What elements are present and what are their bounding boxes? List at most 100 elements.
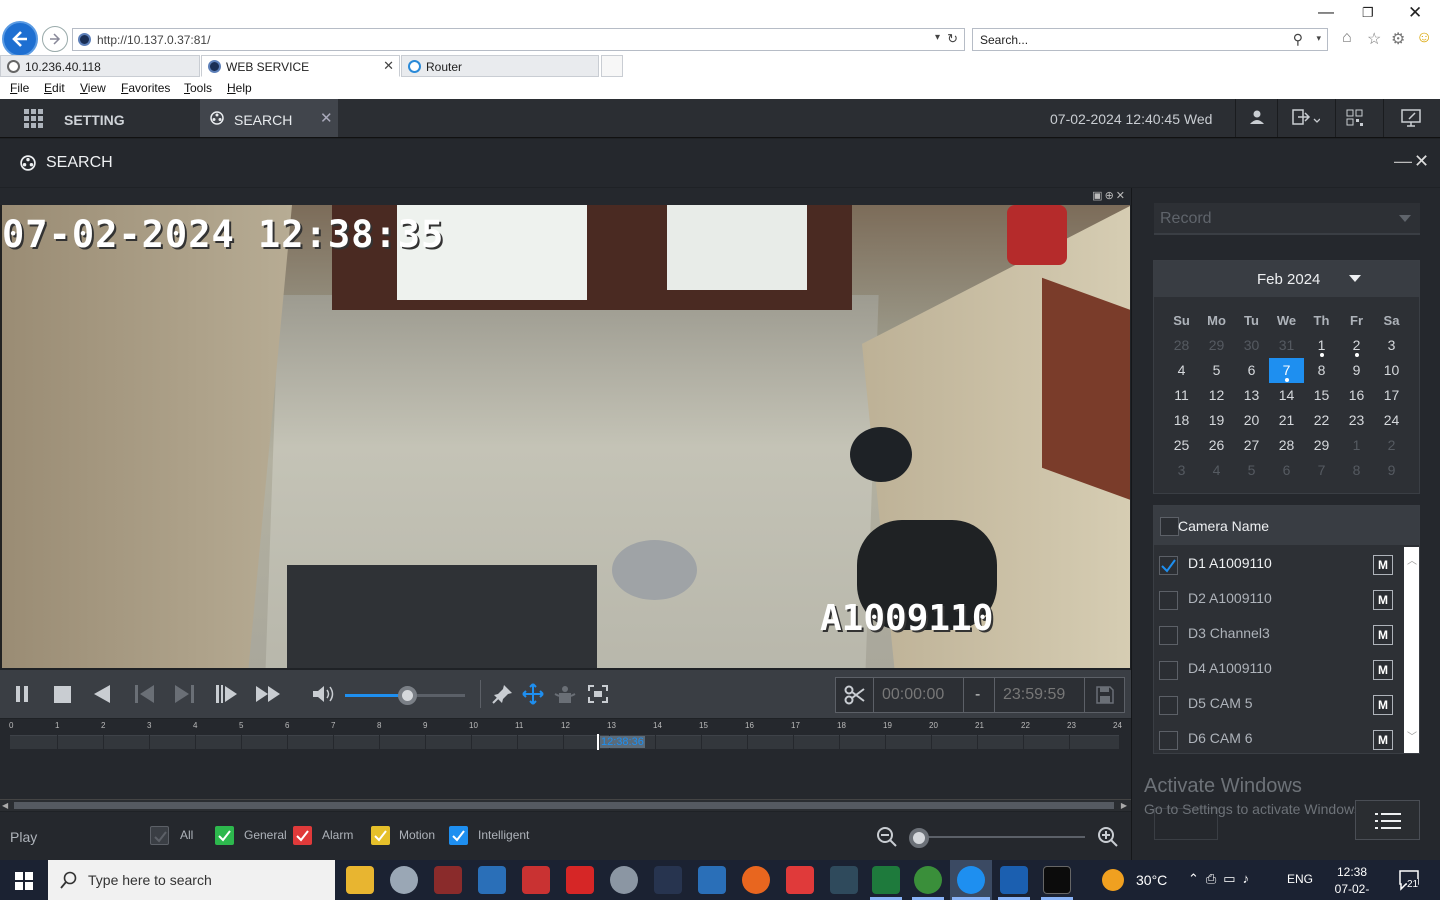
calendar-day[interactable]: 22 <box>1304 408 1339 433</box>
calendar-day[interactable]: 15 <box>1304 383 1339 408</box>
record-type-select[interactable]: Record <box>1154 203 1420 235</box>
scroll-right-icon[interactable]: ▶ <box>1121 801 1127 810</box>
play-reverse-button[interactable] <box>90 682 116 706</box>
setting-tab[interactable]: SETTING <box>64 112 125 128</box>
calendar-day[interactable]: 24 <box>1374 408 1409 433</box>
app-icon[interactable] <box>830 866 858 894</box>
settings-gear-icon[interactable]: ⚙ <box>1391 29 1405 49</box>
menu-edit[interactable]: Edit <box>44 81 65 95</box>
camera-main-stream-button[interactable]: M <box>1373 660 1393 680</box>
file-list-button[interactable] <box>1355 800 1420 840</box>
calendar-day[interactable]: 14 <box>1269 383 1304 408</box>
timeline-cursor[interactable] <box>597 734 599 750</box>
live-view-button[interactable] <box>1383 99 1440 137</box>
clip-start-time[interactable]: 00:00:00 <box>874 678 964 712</box>
browser-tab-3[interactable]: Router <box>401 55 599 77</box>
calendar-day[interactable]: 19 <box>1199 408 1234 433</box>
user-button[interactable] <box>1235 99 1277 137</box>
back-button[interactable] <box>2 21 38 57</box>
camera-main-stream-button[interactable]: M <box>1373 730 1393 750</box>
timeline-scrollbar[interactable]: ◀ ▶ <box>0 799 1131 811</box>
camera-checkbox[interactable] <box>1159 556 1178 575</box>
window-restore-button[interactable]: ❐ <box>1362 5 1374 21</box>
timeline-track[interactable] <box>10 735 1119 749</box>
camera-main-stream-button[interactable]: M <box>1373 695 1393 715</box>
menu-view[interactable]: View <box>80 81 106 95</box>
logout-button[interactable] <box>1277 99 1335 137</box>
calendar-day[interactable]: 28 <box>1269 433 1304 458</box>
start-button[interactable] <box>0 860 48 900</box>
filter-checkbox-alarm[interactable] <box>293 826 312 845</box>
calendar-day[interactable]: 1 <box>1304 333 1339 358</box>
calendar-day[interactable]: 25 <box>1164 433 1199 458</box>
timeline[interactable]: 0 1 2 3 4 5 6 7 8 9 10 11 12 13 14 15 16 17 18 19 20 21 22 23 24… <box>0 719 1131 799</box>
timeline-zoom-track[interactable] <box>915 836 1085 838</box>
terminal-icon[interactable] <box>1043 866 1071 894</box>
app-icon[interactable] <box>698 866 726 894</box>
system-tray-icons[interactable]: ⌃⎙▭♪ <box>1188 871 1256 887</box>
chevron-down-icon[interactable]: ﹀ <box>1407 728 1417 743</box>
volume-button[interactable] <box>310 682 336 706</box>
browser-search-placeholder[interactable]: Search... <box>980 33 1028 47</box>
settings-icon[interactable] <box>610 866 638 894</box>
smiley-icon[interactable]: ☺ <box>1416 29 1432 47</box>
main-menu-grid-icon[interactable] <box>24 109 43 128</box>
search-icon[interactable]: ⚲ <box>1293 31 1303 48</box>
calendar-day[interactable]: 17 <box>1374 383 1409 408</box>
pin-button[interactable] <box>490 682 516 706</box>
fisheye-button[interactable] <box>552 682 578 706</box>
menu-help[interactable]: Help <box>227 81 252 95</box>
taskbar-clock[interactable]: 12:38 07-02-2024 <box>1322 864 1382 900</box>
app-icon[interactable] <box>390 866 418 894</box>
select-all-cameras-checkbox[interactable] <box>1160 517 1179 536</box>
camera-row[interactable]: D1 A1009110 M <box>1154 547 1404 582</box>
internet-explorer-icon[interactable] <box>957 866 985 894</box>
new-tab-button[interactable] <box>601 55 623 77</box>
weather-temperature[interactable]: 30°C <box>1136 872 1167 888</box>
search-tab[interactable]: SEARCH ✕ <box>200 99 338 137</box>
calendar-day[interactable]: 16 <box>1339 383 1374 408</box>
address-dropdown-icon[interactable]: ▾ <box>935 32 940 43</box>
camera-main-stream-button[interactable]: M <box>1373 590 1393 610</box>
file-explorer-icon[interactable] <box>346 866 374 894</box>
app-icon[interactable] <box>786 866 814 894</box>
address-text[interactable]: http://10.137.0.37:81/ <box>97 33 210 47</box>
camera-row[interactable]: D4 A1009110 M <box>1154 652 1404 687</box>
menu-favorites[interactable]: Favorites <box>121 81 170 95</box>
chevron-down-icon[interactable] <box>1349 275 1361 283</box>
tab-close-icon[interactable]: ✕ <box>383 58 394 74</box>
camera-checkbox[interactable] <box>1159 661 1178 680</box>
calendar-header[interactable]: Feb 2024 <box>1154 261 1419 297</box>
volume-slider-knob[interactable] <box>398 686 417 705</box>
scrollbar-thumb[interactable] <box>14 802 1114 809</box>
stop-button[interactable] <box>50 682 76 706</box>
calendar-day[interactable]: 29 <box>1304 433 1339 458</box>
address-bar[interactable]: http://10.137.0.37:81/ ▾ ↻ <box>72 28 965 51</box>
chevron-up-icon[interactable]: ︿ <box>1407 552 1417 567</box>
taskbar-search[interactable]: Type here to search <box>48 860 335 900</box>
calendar-day[interactable]: 23 <box>1339 408 1374 433</box>
video-player[interactable]: 07-02-2024 12:38:35 A1009110 <box>0 205 1130 668</box>
camera-row[interactable]: D5 CAM 5 M <box>1154 687 1404 722</box>
camera-checkbox[interactable] <box>1159 626 1178 645</box>
zoom-in-icon[interactable] <box>1097 826 1119 848</box>
calendar-day[interactable]: 7 <box>1269 358 1304 383</box>
video-window-tools[interactable]: ▣⊕✕ <box>1092 189 1127 202</box>
refresh-icon[interactable]: ↻ <box>947 31 958 47</box>
camera-checkbox[interactable] <box>1159 591 1178 610</box>
calendar-day[interactable]: 11 <box>1164 383 1199 408</box>
browser-search-box[interactable]: Search... ⚲ ▾ <box>972 28 1328 51</box>
filter-checkbox-all[interactable] <box>150 826 169 845</box>
window-close-button[interactable]: ✕ <box>1408 3 1422 23</box>
calendar-month-label[interactable]: Feb 2024 <box>1257 271 1320 288</box>
camera-checkbox[interactable] <box>1159 731 1178 750</box>
browser-tab-1[interactable]: 10.236.40.118 <box>0 55 200 77</box>
weather-icon[interactable] <box>1102 869 1124 891</box>
menu-file[interactable]: File <box>10 81 29 95</box>
firefox-icon[interactable] <box>742 866 770 894</box>
clip-save-button[interactable] <box>1085 678 1125 712</box>
clip-button[interactable] <box>836 678 874 712</box>
app-icon[interactable] <box>478 866 506 894</box>
calendar-day[interactable]: 10 <box>1374 358 1409 383</box>
calendar-day[interactable]: 6 <box>1234 358 1269 383</box>
